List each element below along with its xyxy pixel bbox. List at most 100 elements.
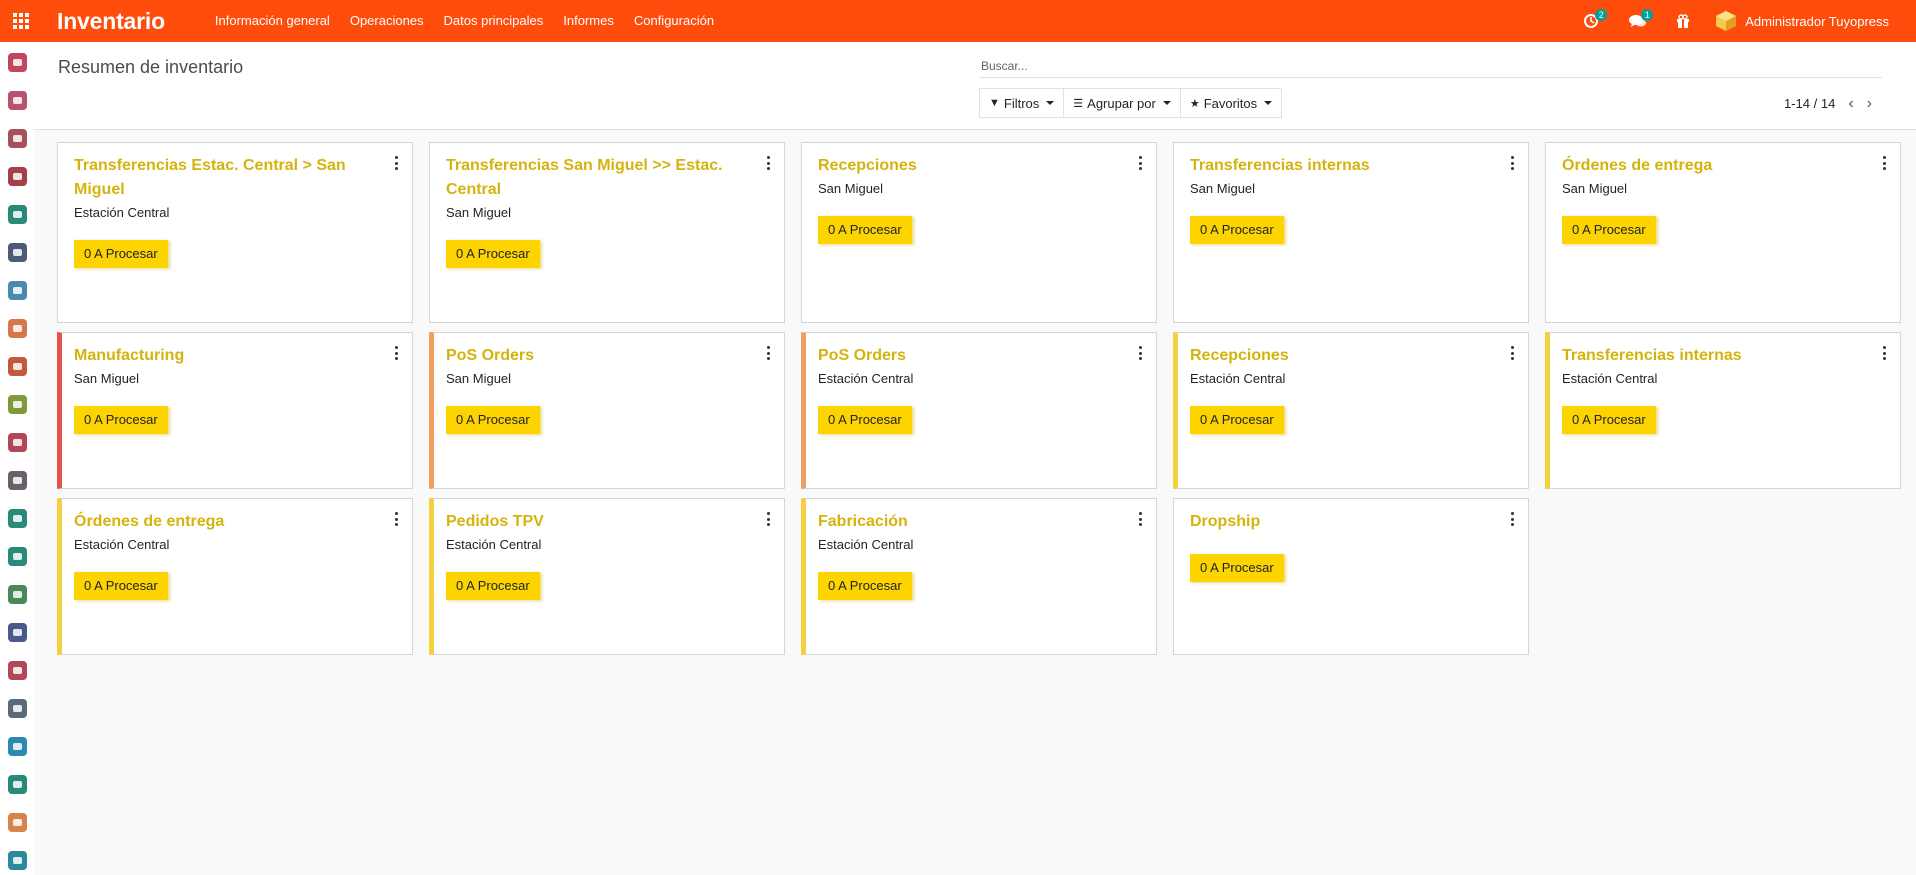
to-process-button[interactable]: 0 A Procesar [74, 240, 168, 268]
operation-card[interactable]: Recepciones San Miguel 0 A Procesar [801, 142, 1157, 323]
to-process-button[interactable]: 0 A Procesar [1190, 554, 1284, 582]
card-title[interactable]: Manufacturing [74, 344, 354, 368]
vertical-dots-icon[interactable] [1508, 156, 1516, 170]
survey-icon[interactable] [8, 813, 27, 832]
activity-icon[interactable]: 2 [1577, 0, 1608, 42]
operation-card[interactable]: Recepciones Estación Central 0 A Procesar [1173, 332, 1529, 489]
pos-icon[interactable] [8, 471, 27, 490]
card-title[interactable]: Transferencias internas [1190, 154, 1470, 178]
vertical-dots-icon[interactable] [764, 156, 772, 170]
card-title[interactable]: PoS Orders [818, 344, 1098, 368]
sales-icon[interactable] [8, 775, 27, 794]
to-process-button[interactable]: 0 A Procesar [74, 572, 168, 600]
employees-icon[interactable] [8, 509, 27, 528]
discuss-icon[interactable] [8, 53, 27, 72]
timesheet-icon[interactable] [8, 661, 27, 680]
documents-icon[interactable] [8, 737, 27, 756]
card-title[interactable]: Transferencias San Miguel >> Estac. Cent… [446, 154, 726, 202]
to-process-button[interactable]: 0 A Procesar [818, 406, 912, 434]
operation-card[interactable]: Transferencias internas Estación Central 0… [1545, 332, 1901, 489]
vertical-dots-icon[interactable] [1880, 156, 1888, 170]
settings-icon[interactable] [8, 547, 27, 566]
invoice-icon[interactable] [8, 319, 27, 338]
menu-configuracion[interactable]: Configuración [624, 0, 724, 42]
contacts-icon[interactable] [8, 205, 27, 224]
operation-card[interactable]: PoS Orders Estación Central 0 A Procesar [801, 332, 1157, 489]
gift-icon[interactable] [1669, 0, 1697, 42]
to-process-button[interactable]: 0 A Procesar [446, 406, 540, 434]
chevron-right-icon[interactable]: › [1867, 96, 1872, 112]
to-process-button[interactable]: 0 A Procesar [1562, 406, 1656, 434]
inventory-icon[interactable] [8, 167, 27, 186]
website-icon[interactable] [8, 357, 27, 376]
user-menu[interactable]: Administrador Tuyopress [1715, 10, 1889, 32]
operation-card[interactable]: Transferencias internas San Miguel 0 A Pro… [1173, 142, 1529, 323]
search-input[interactable] [979, 58, 1882, 78]
operation-card[interactable]: Pedidos TPV Estación Central 0 A Procesar [429, 498, 785, 655]
delivery-icon[interactable] [8, 433, 27, 452]
messages-icon[interactable]: 1 [1623, 0, 1654, 42]
operation-card[interactable]: Transferencias Estac. Central > San Migu… [57, 142, 413, 323]
operation-card[interactable]: Manufacturing San Miguel 0 A Procesar [57, 332, 413, 489]
to-process-button[interactable]: 0 A Procesar [1190, 216, 1284, 244]
card-title[interactable]: PoS Orders [446, 344, 726, 368]
vertical-dots-icon[interactable] [1508, 346, 1516, 360]
card-body: Transferencias San Miguel >> Estac. Cent… [430, 143, 784, 279]
vertical-dots-icon[interactable] [1136, 156, 1144, 170]
operation-card[interactable]: Fabricación Estación Central 0 A Procesar [801, 498, 1157, 655]
gift-icon[interactable] [8, 91, 27, 110]
vertical-dots-icon[interactable] [764, 512, 772, 526]
groupby-button[interactable]: ☰ Agrupar por [1063, 88, 1181, 118]
to-process-button[interactable]: 0 A Procesar [818, 572, 912, 600]
to-process-button[interactable]: 0 A Procesar [74, 406, 168, 434]
to-process-button[interactable]: 0 A Procesar [1562, 216, 1656, 244]
card-title[interactable]: Transferencias internas [1562, 344, 1842, 368]
card-title[interactable]: Transferencias Estac. Central > San Migu… [74, 154, 354, 202]
apps-menu-icon[interactable] [0, 0, 42, 42]
menu-datos-principales[interactable]: Datos principales [434, 0, 554, 42]
operation-card[interactable]: Dropship 0 A Procesar [1173, 498, 1529, 655]
chart-icon[interactable] [8, 129, 27, 148]
to-process-button[interactable]: 0 A Procesar [818, 216, 912, 244]
card-title[interactable]: Dropship [1190, 510, 1470, 534]
to-process-button[interactable]: 0 A Procesar [446, 240, 540, 268]
crm-icon[interactable] [8, 243, 27, 262]
vertical-dots-icon[interactable] [1880, 346, 1888, 360]
apps-icon[interactable] [8, 623, 27, 642]
to-process-button[interactable]: 0 A Procesar [446, 572, 540, 600]
page-title: Resumen de inventario [58, 57, 244, 77]
vertical-dots-icon[interactable] [1136, 512, 1144, 526]
card-title[interactable]: Órdenes de entrega [74, 510, 354, 534]
calendar-icon[interactable] [8, 395, 27, 414]
card-title[interactable]: Órdenes de entrega [1562, 154, 1842, 178]
vertical-dots-icon[interactable] [392, 346, 400, 360]
filters-button[interactable]: ▼ Filtros [979, 88, 1065, 118]
operation-card[interactable]: Órdenes de entrega Estación Central 0 A Pr… [57, 498, 413, 655]
card-title[interactable]: Recepciones [1190, 344, 1470, 368]
manufacturing-icon[interactable] [8, 585, 27, 604]
vertical-dots-icon[interactable] [1136, 346, 1144, 360]
menu-informacion-general[interactable]: Información general [205, 0, 340, 42]
menu-operaciones[interactable]: Operaciones [340, 0, 434, 42]
app-title[interactable]: Inventario [57, 8, 165, 35]
vertical-dots-icon[interactable] [764, 346, 772, 360]
to-process-button[interactable]: 0 A Procesar [1190, 406, 1284, 434]
card-title[interactable]: Pedidos TPV [446, 510, 726, 534]
vertical-dots-icon[interactable] [392, 156, 400, 170]
menu-informes[interactable]: Informes [553, 0, 624, 42]
pager-value[interactable]: 1-14 / 14 [1784, 96, 1835, 111]
chevron-left-icon[interactable]: ‹ [1848, 96, 1853, 112]
favorites-button[interactable]: ★ Favoritos [1179, 88, 1283, 118]
card-warehouse: San Miguel [1190, 181, 1256, 196]
operation-card[interactable]: PoS Orders San Miguel 0 A Procesar [429, 332, 785, 489]
card-title[interactable]: Recepciones [818, 154, 1098, 178]
card-title[interactable]: Fabricación [818, 510, 1098, 534]
operation-card[interactable]: Órdenes de entrega San Miguel 0 A Procesar [1545, 142, 1901, 323]
accounting-icon[interactable] [8, 281, 27, 300]
card-warehouse: San Miguel [74, 371, 140, 386]
vertical-dots-icon[interactable] [1508, 512, 1516, 526]
vertical-dots-icon[interactable] [392, 512, 400, 526]
team-icon[interactable] [8, 851, 27, 870]
email-marketing-icon[interactable] [8, 699, 27, 718]
operation-card[interactable]: Transferencias San Miguel >> Estac. Cent… [429, 142, 785, 323]
